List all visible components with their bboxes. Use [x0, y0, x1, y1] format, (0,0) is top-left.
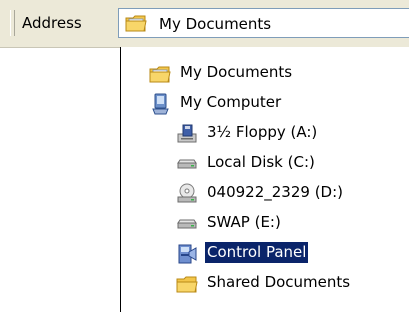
address-toolbar: Address My Documents — [0, 0, 409, 48]
control-panel-icon — [176, 243, 198, 265]
cd-drive-icon — [176, 183, 198, 205]
dropdown-item-label: Local Disk (C:) — [207, 153, 315, 171]
explorer-address-bar-area: Address My Documents My Documents My Com… — [0, 0, 409, 312]
hard-disk-icon — [176, 213, 198, 235]
dropdown-item-label: Control Panel — [205, 242, 309, 263]
dropdown-item-label: Shared Documents — [207, 273, 351, 291]
dropdown-item-label: My Documents — [180, 63, 293, 81]
folder-icon — [176, 273, 198, 295]
dropdown-item-label: 3½ Floppy (A:) — [207, 123, 318, 141]
dropdown-item-label: SWAP (E:) — [207, 213, 281, 231]
my-documents-folder-icon — [149, 63, 171, 85]
address-combobox[interactable]: My Documents — [118, 8, 409, 38]
dropdown-item-label: My Computer — [180, 93, 282, 111]
toolbar-grip[interactable] — [10, 10, 15, 36]
hard-disk-icon — [176, 153, 198, 175]
my-computer-icon — [149, 93, 171, 115]
my-documents-folder-icon — [125, 13, 147, 33]
address-label: Address — [22, 14, 82, 32]
floppy-drive-icon — [176, 123, 198, 145]
address-dropdown-list: My Documents My Computer 3½ Floppy (A:) … — [120, 47, 409, 312]
dropdown-item-label: 040922_2329 (D:) — [207, 183, 344, 201]
address-value[interactable]: My Documents — [159, 14, 271, 34]
